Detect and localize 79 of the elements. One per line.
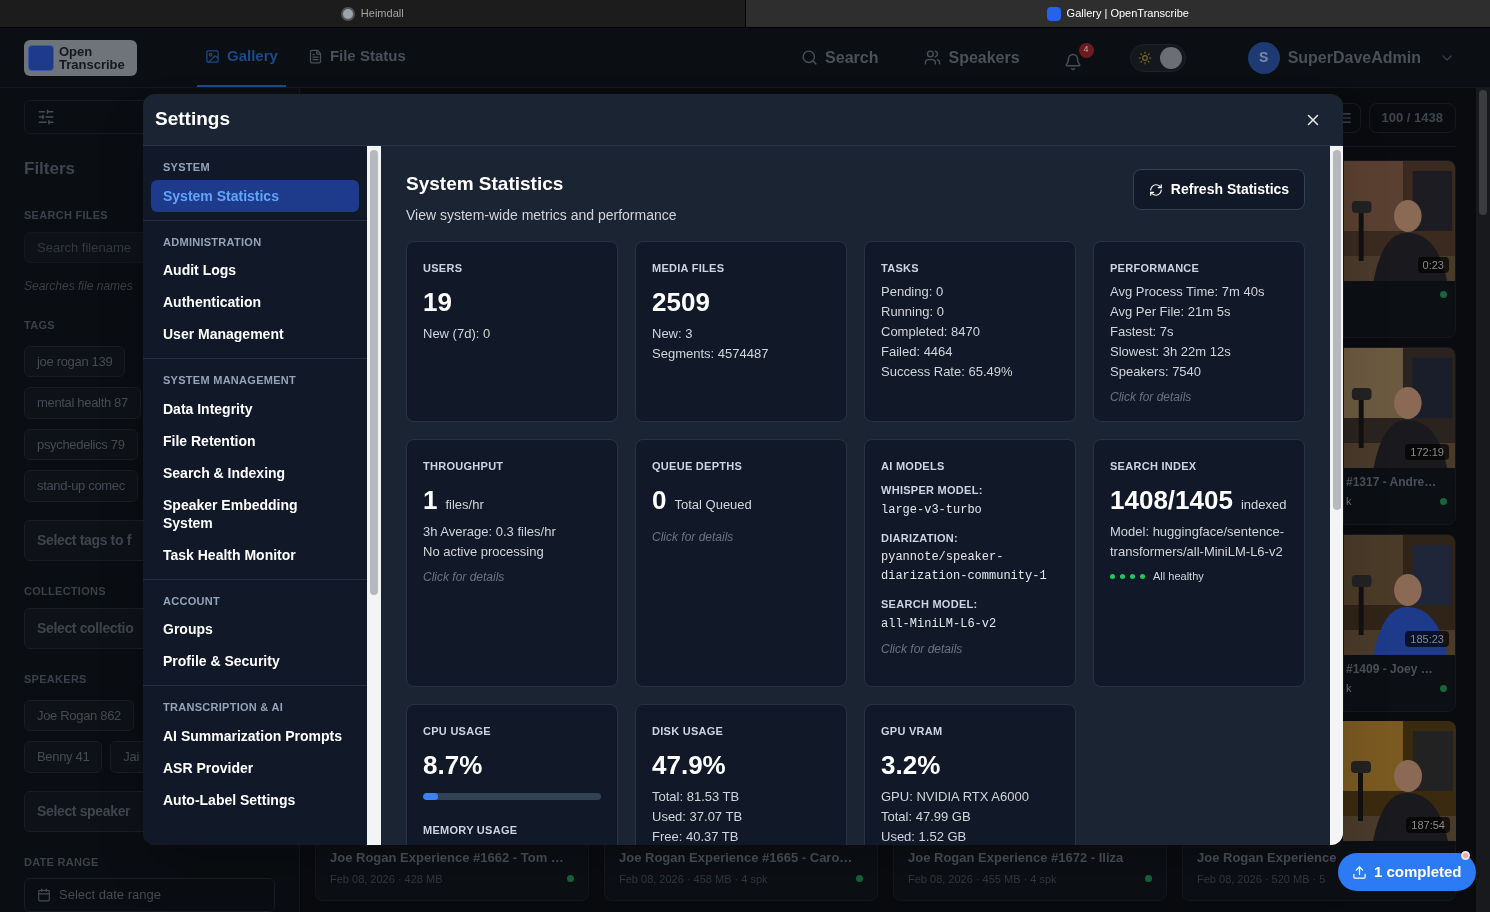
stat-line: Running: 0 [881,303,945,321]
stat-value: 3.2% [881,749,941,781]
media-title: Joe Rogan Experience #1672 - Iliza [908,849,1125,867]
stat-line: GPU: NVIDIA RTX A6000 [881,788,1030,806]
duration-label: 172:19 [1405,443,1449,460]
media-title: #1317 - Andre… [1346,474,1438,491]
media-title: Joe Rogan Experience #1665 - Caro… [619,849,854,867]
nav-section-heading: SYSTEM MANAGEMENT [162,373,297,388]
page-subtitle: View system-wide metrics and performance [406,205,677,225]
stat-line: Slowest: 3h 22m 12s [1110,343,1232,361]
media-title: Joe Rogan Experience [1197,849,1338,867]
nav-section-heading: TRANSCRIPTION & AI [162,700,285,715]
stat-label: MEMORY USAGE [423,823,519,838]
stat-line: New (7d): 0 [423,325,492,343]
stat-label: AI MODELS [881,458,946,474]
stat-label: TASKS [881,260,920,276]
stat-line: Used: 37.07 TB [652,808,744,826]
stat-label: CPU USAGE [423,723,492,739]
media-meta: k [1346,680,1352,696]
stat-line: Total: 81.53 TB [652,788,741,806]
page-title: System Statistics [406,172,565,196]
stat-value: 1 [423,484,438,516]
media-title: #1409 - Joey … [1346,661,1434,678]
stat-line: 3h Average: 0.3 files/hr [423,523,557,541]
stat-label: USERS [423,260,464,276]
stat-value: 1408/1405 [1110,484,1233,516]
stat-value: 0 [652,484,667,516]
model-label: SEARCH MODEL: [881,597,979,612]
stat-unit: files/hr [445,496,484,514]
stat-label: PERFORMANCE [1110,260,1201,276]
section-label: SEARCH FILES [24,208,108,224]
stat-line: Failed: 4464 [881,343,954,361]
stat-value: 19 [423,286,452,318]
filters-title: Filters [24,157,76,180]
stat-label: DISK USAGE [652,723,725,739]
stat-line: Segments: 4574487 [652,345,770,363]
dialog-title: Settings [155,107,230,132]
stat-line: Total: 47.99 GB [881,808,972,826]
stat-value: 47.9% [652,749,726,781]
stat-line: Success Rate: 65.49% [881,363,1014,381]
model-value: all-MiniLM-L6-v2 [881,615,998,633]
health-status: All healthy [1153,569,1204,584]
stat-line: Pending: 0 [881,283,945,301]
stat-label: SEARCH INDEX [1110,458,1198,474]
section-label: COLLECTIONS [24,584,106,600]
stat-line: Model: huggingface/sentence-transformers/all-MiniLM-L6-v2 [1110,523,1286,561]
file-count: 100 / 1438 [1368,103,1456,133]
section-label: SPEAKERS [24,672,87,687]
nav-section-heading: ACCOUNT [162,593,221,609]
duration-label: 0:23 [1417,256,1449,273]
model-value: large-v3-turbo [881,501,983,519]
model-label: DIARIZATION: [881,530,960,546]
nav-section-heading: ADMINISTRATION [162,234,263,250]
nav-section-heading: SYSTEM [162,160,211,175]
stat-line: Fastest: 7s [1110,323,1175,341]
section-label: TAGS [24,318,55,334]
stat-label: THROUGHPUT [423,458,505,474]
model-value: pyannote/speaker-diarization-community-1 [881,549,1048,585]
duration-label: 187:54 [1406,816,1450,833]
logo-text: Open Transcribe [59,44,125,71]
stat-line: Avg Process Time: 7m 40s [1110,283,1266,301]
stat-line: Speakers: 7540 [1110,363,1203,381]
model-label: WHISPER MODEL: [881,483,984,498]
stat-line: Completed: 8470 [881,323,981,341]
stat-unit: Total Queued [674,496,752,514]
stat-line: New: 3 [652,325,694,343]
media-meta: k [1346,493,1352,509]
stat-label: QUEUE DEPTHS [652,458,744,474]
notification-count: 4 [1078,42,1094,58]
stat-line: Avg Per File: 21m 5s [1110,303,1232,321]
stat-label: MEDIA FILES [652,260,726,276]
section-label: DATE RANGE [24,854,99,870]
stat-line: No active processing [423,543,545,561]
stat-label: GPU VRAM [881,723,944,739]
duration-label: 185:23 [1405,630,1449,647]
stat-value: 2509 [652,286,710,318]
stat-value: 8.7% [423,749,483,781]
stat-unit: indexed [1240,496,1287,514]
media-title: Joe Rogan Experience #1662 - Tom … [330,849,565,867]
